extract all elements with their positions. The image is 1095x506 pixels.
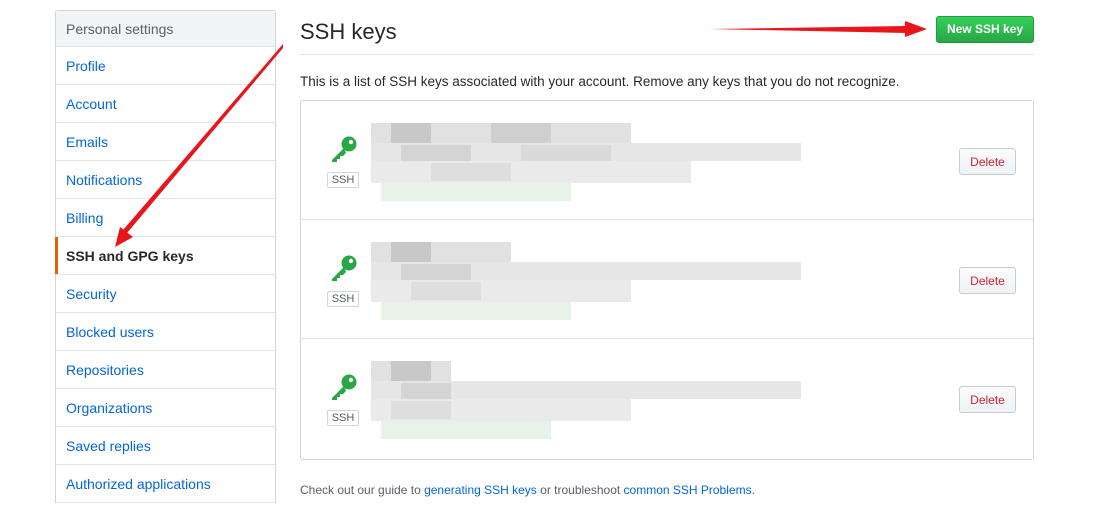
help-text: Check out our guide to generating SSH ke… [300, 483, 755, 497]
key-icon [332, 255, 357, 281]
sidebar-header: Personal settings [56, 11, 275, 47]
redacted-key-details [371, 242, 811, 324]
help-text-prefix: Check out our guide to [300, 483, 425, 497]
sidebar-item-notifications[interactable]: Notifications [56, 161, 275, 199]
redacted-key-details [371, 123, 811, 205]
delete-key-button[interactable]: Delete [959, 267, 1016, 294]
sidebar-item-ssh-gpg-keys[interactable]: SSH and GPG keys [55, 237, 275, 275]
sidebar-item-security[interactable]: Security [56, 275, 275, 313]
sidebar-item-billing[interactable]: Billing [56, 199, 275, 237]
delete-key-button[interactable]: Delete [959, 148, 1016, 175]
ssh-key-row: SSH Delete [301, 101, 1033, 220]
ssh-badge: SSH [327, 291, 359, 307]
sidebar-item-profile[interactable]: Profile [56, 47, 275, 85]
sidebar-item-repositories[interactable]: Repositories [56, 351, 275, 389]
ssh-key-row: SSH Delete [301, 339, 1033, 459]
ssh-badge: SSH [327, 410, 359, 426]
sidebar-item-saved-replies[interactable]: Saved replies [56, 427, 275, 465]
ssh-key-list: SSH Delete SSH Delete SSH Delete [300, 100, 1034, 460]
sidebar-item-blocked-users[interactable]: Blocked users [56, 313, 275, 351]
redacted-key-details [371, 361, 811, 443]
sidebar-item-organizations[interactable]: Organizations [56, 389, 275, 427]
sidebar-item-account[interactable]: Account [56, 85, 275, 123]
delete-key-button[interactable]: Delete [959, 386, 1016, 413]
generating-ssh-keys-link[interactable]: generating SSH keys [424, 483, 537, 497]
intro-text: This is a list of SSH keys associated wi… [300, 74, 900, 89]
ssh-key-row: SSH Delete [301, 220, 1033, 339]
help-text-middle: or troubleshoot [536, 483, 624, 497]
page-header: SSH keys New SSH key [300, 10, 1034, 55]
ssh-keys-panel: SSH keys New SSH key This is a list of S… [300, 10, 1034, 460]
key-icon [332, 136, 357, 162]
new-ssh-key-button[interactable]: New SSH key [935, 15, 1034, 43]
common-ssh-problems-link[interactable]: common SSH Problems [624, 483, 752, 497]
help-text-suffix: . [751, 483, 755, 497]
ssh-badge: SSH [327, 172, 359, 188]
key-icon [332, 374, 357, 400]
sidebar-item-authorized-applications[interactable]: Authorized applications [56, 465, 275, 503]
page-title: SSH keys [300, 19, 397, 44]
settings-sidebar: Personal settings Profile Account Emails… [55, 10, 276, 503]
sidebar-item-emails[interactable]: Emails [56, 123, 275, 161]
